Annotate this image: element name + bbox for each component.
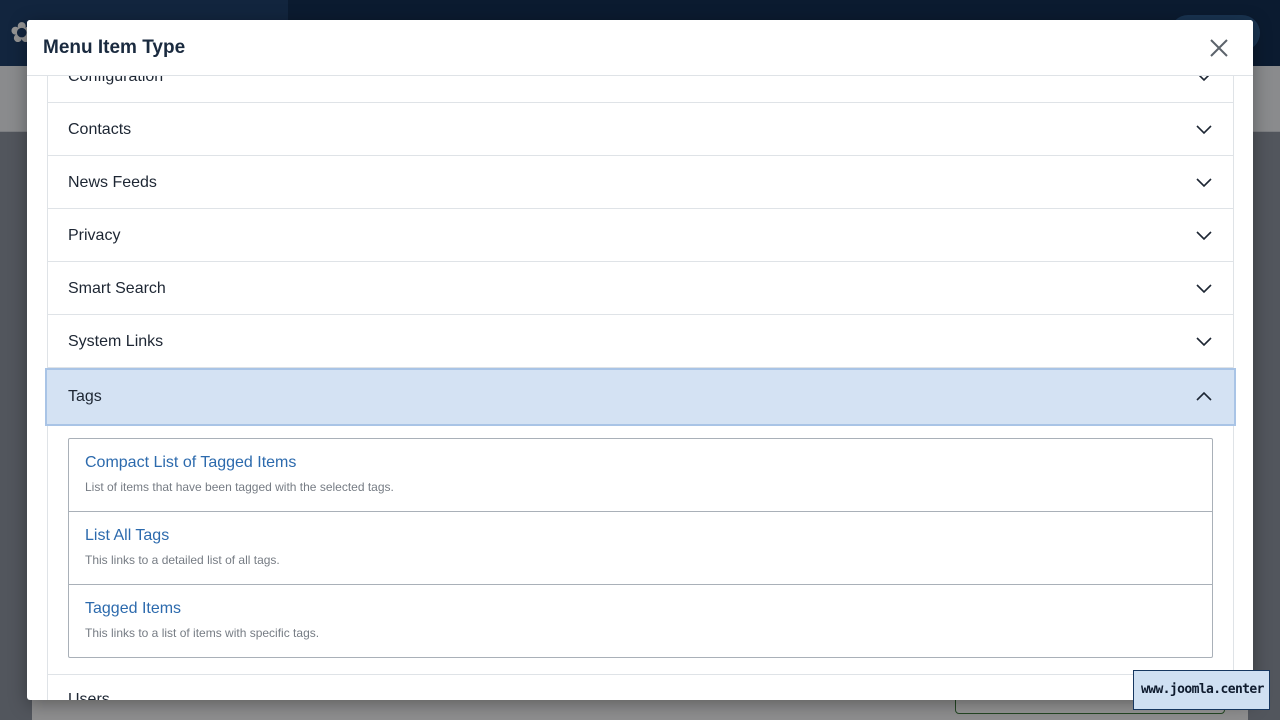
accordion-item-label: Users [68, 691, 110, 700]
modal-header: Menu Item Type [27, 20, 1253, 76]
watermark-text: www.joomla.center [1141, 682, 1264, 697]
accordion-item-label: Tags [68, 388, 102, 405]
menu-type-description: List of items that have been tagged with… [85, 480, 394, 494]
modal-title: Menu Item Type [43, 37, 186, 58]
accordion-item-configuration[interactable]: Configuration [48, 76, 1233, 103]
accordion-item-label: System Links [68, 333, 164, 350]
close-icon [1210, 39, 1228, 57]
menu-item-type-modal: Menu Item Type Configuration Contacts Ne… [27, 20, 1253, 700]
chevron-down-icon [1195, 76, 1213, 86]
chevron-down-icon [1195, 121, 1213, 139]
modal-body[interactable]: Configuration Contacts News Feeds Privac… [27, 76, 1253, 700]
chevron-down-icon [1195, 280, 1213, 298]
accordion-item-privacy[interactable]: Privacy [48, 209, 1233, 262]
accordion-item-users[interactable]: Users [48, 675, 1233, 700]
accordion-item-news-feeds[interactable]: News Feeds [48, 156, 1233, 209]
chevron-down-icon [1195, 227, 1213, 245]
close-button[interactable] [1207, 36, 1231, 60]
site-watermark: www.joomla.center [1133, 670, 1270, 710]
accordion-panel-tags: Compact List of Tagged Items List of ite… [48, 426, 1233, 675]
accordion-item-label: Smart Search [68, 280, 166, 297]
list-item[interactable]: List All Tags This links to a detailed l… [69, 512, 1212, 585]
chevron-down-icon [1195, 333, 1213, 351]
accordion-item-tags[interactable]: Tags [45, 368, 1236, 426]
menu-type-link[interactable]: Tagged Items [85, 599, 1196, 619]
accordion-item-label: Configuration [68, 76, 164, 85]
menu-type-link[interactable]: Compact List of Tagged Items [85, 453, 1196, 473]
chevron-down-icon [1195, 174, 1213, 192]
menu-type-description: This links to a detailed list of all tag… [85, 553, 280, 567]
accordion-item-smart-search[interactable]: Smart Search [48, 262, 1233, 315]
accordion-item-system-links[interactable]: System Links [48, 315, 1233, 368]
list-item[interactable]: Compact List of Tagged Items List of ite… [69, 439, 1212, 512]
accordion-item-contacts[interactable]: Contacts [48, 103, 1233, 156]
list-item[interactable]: Tagged Items This links to a list of ite… [69, 585, 1212, 657]
menu-type-list: Compact List of Tagged Items List of ite… [68, 438, 1213, 658]
menu-type-link[interactable]: List All Tags [85, 526, 1196, 546]
menu-type-description: This links to a list of items with speci… [85, 626, 320, 640]
chevron-up-icon [1195, 388, 1213, 406]
menu-type-accordion: Configuration Contacts News Feeds Privac… [45, 76, 1236, 700]
accordion-item-label: Privacy [68, 227, 121, 244]
accordion-item-label: Contacts [68, 121, 132, 138]
accordion-item-label: News Feeds [68, 174, 157, 191]
